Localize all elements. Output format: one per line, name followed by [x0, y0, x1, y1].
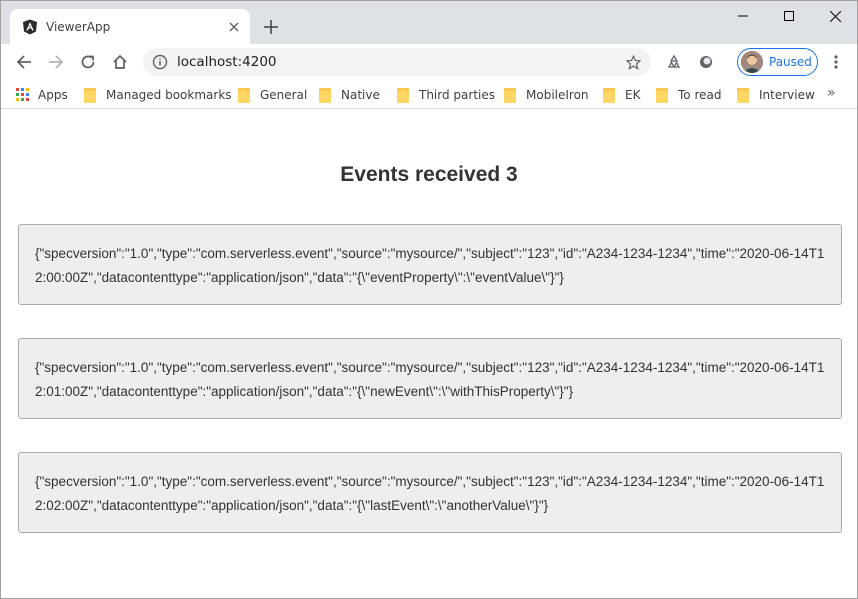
address-bar[interactable]: localhost:4200: [143, 48, 651, 76]
close-window-button[interactable]: [812, 1, 857, 31]
minimize-button[interactable]: [720, 1, 766, 31]
close-tab-icon[interactable]: [224, 17, 244, 37]
bookmark-managed-bookmarks[interactable]: Managed bookmarks: [84, 85, 232, 105]
reload-button[interactable]: [74, 48, 102, 76]
event-card: {"specversion":"1.0","type":"com.serverl…: [18, 338, 842, 419]
recycle-extension-button[interactable]: [660, 48, 688, 76]
angular-logo-icon: [23, 19, 37, 34]
tab-strip: ViewerApp: [1, 1, 857, 44]
bookmark-label: General: [260, 88, 308, 102]
bookmark-star-icon[interactable]: [623, 52, 643, 72]
bookmark-label: To read: [678, 88, 722, 102]
folder-icon: [397, 87, 409, 103]
tab-viewerapp[interactable]: ViewerApp: [10, 9, 250, 44]
bookmark-third-parties[interactable]: Third parties: [397, 85, 495, 105]
bookmarks-overflow-button[interactable]: »: [827, 85, 836, 101]
new-tab-button[interactable]: [260, 16, 282, 38]
folder-icon: [84, 87, 96, 103]
info-icon[interactable]: [152, 54, 168, 70]
event-card: {"specversion":"1.0","type":"com.serverl…: [18, 224, 842, 305]
apps-grid-icon: [16, 88, 29, 101]
page-content: Events received 3 {"specversion":"1.0","…: [1, 110, 857, 598]
home-button[interactable]: [106, 48, 134, 76]
folder-icon: [504, 87, 516, 103]
url-text[interactable]: localhost:4200: [177, 54, 623, 70]
bookmark-general[interactable]: General: [238, 85, 307, 105]
folder-icon: [737, 87, 749, 103]
avatar: [741, 51, 763, 73]
bookmark-label: Managed bookmarks: [106, 88, 232, 102]
profile-status-label: Paused: [769, 55, 812, 69]
bookmark-interview[interactable]: Interview: [737, 85, 815, 105]
arrow-left-icon: [16, 55, 31, 69]
folder-icon: [656, 87, 668, 103]
bookmark-apps[interactable]: Apps: [16, 85, 68, 105]
page-title: Events received 3: [340, 163, 518, 186]
bookmark-mobileiron[interactable]: MobileIron: [504, 85, 589, 105]
folder-icon: [238, 87, 250, 103]
bookmarks-bar: Apps Managed bookmarks General Native Th…: [1, 81, 857, 109]
maximize-button[interactable]: [766, 1, 812, 31]
home-icon: [113, 54, 127, 69]
arrow-right-icon: [49, 55, 64, 69]
folder-icon: [603, 87, 615, 103]
bookmark-label: MobileIron: [526, 88, 589, 102]
bookmark-label: EK: [625, 88, 641, 102]
recycle-icon: [667, 54, 681, 68]
menu-button[interactable]: [822, 48, 850, 76]
more-vert-icon: [834, 55, 838, 69]
bookmark-label: Interview: [759, 88, 815, 102]
extension-button[interactable]: [692, 48, 720, 76]
back-button[interactable]: [10, 48, 38, 76]
tab-title: ViewerApp: [46, 19, 111, 34]
extension-circle-icon: [700, 56, 712, 68]
folder-icon: [319, 87, 331, 103]
event-card: {"specversion":"1.0","type":"com.serverl…: [18, 452, 842, 533]
bookmark-label: Third parties: [419, 88, 496, 102]
profile-button[interactable]: Paused: [737, 48, 818, 76]
forward-button[interactable]: [42, 48, 70, 76]
bookmark-label: Apps: [38, 88, 68, 102]
bookmark-to-read[interactable]: To read: [656, 85, 721, 105]
browser-toolbar: localhost:4200 Paused: [1, 44, 857, 81]
bookmark-label: Native: [341, 88, 380, 102]
reload-icon: [81, 55, 95, 69]
bookmark-native[interactable]: Native: [319, 85, 380, 105]
bookmark-ek[interactable]: EK: [603, 85, 640, 105]
browser-window: ViewerApp localhost:4200 Paused Apps Man…: [0, 0, 858, 599]
